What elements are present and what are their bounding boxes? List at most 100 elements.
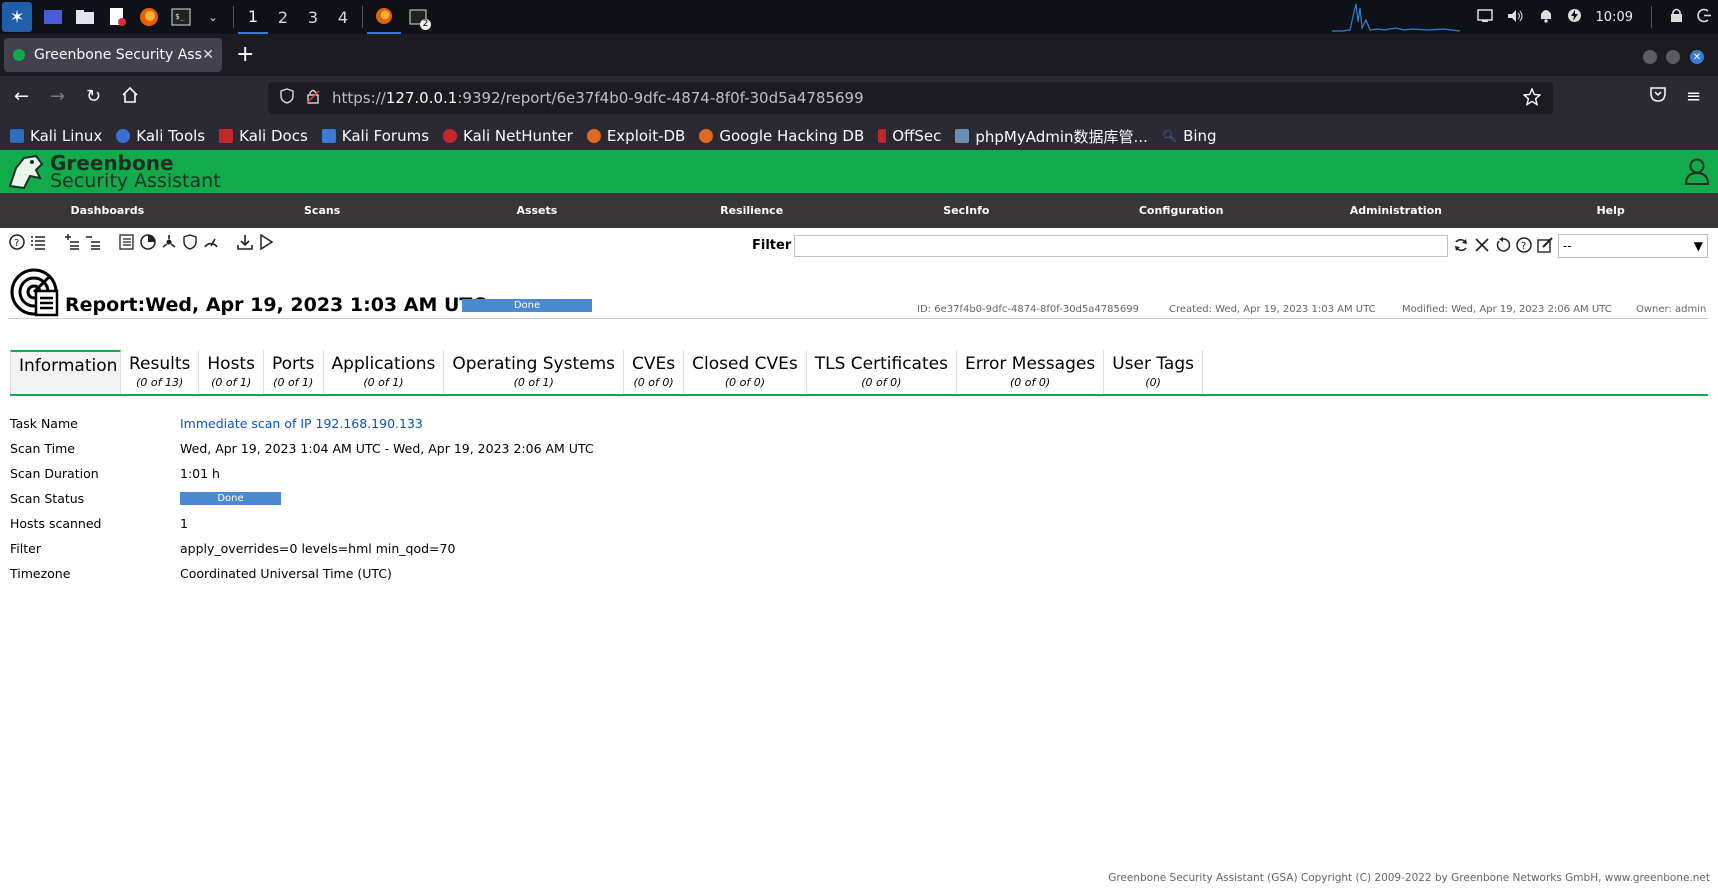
vulnerabilities-icon[interactable] — [160, 232, 178, 252]
power-manager-icon[interactable] — [1567, 8, 1582, 27]
offsec-icon — [878, 129, 887, 143]
menu-dashboards[interactable]: Dashboards — [0, 204, 215, 217]
clock[interactable]: 10:09 — [1596, 10, 1633, 25]
workspace-2[interactable]: 2 — [268, 0, 298, 34]
logout-icon[interactable] — [1697, 8, 1712, 27]
update-filter-icon[interactable] — [1452, 235, 1470, 255]
greenbone-logo-icon[interactable] — [6, 152, 46, 192]
url-host: 127.0.0.1 — [385, 89, 458, 107]
terminal-icon[interactable]: $_ — [170, 6, 192, 28]
edit-filter-icon[interactable] — [1536, 235, 1554, 255]
filter-input[interactable] — [794, 235, 1448, 257]
bookmark-phpmyadmin[interactable]: phpMyAdmin数据库管... — [955, 126, 1148, 147]
new-tab-button[interactable]: + — [236, 42, 254, 67]
minimize-window-button[interactable] — [1643, 50, 1657, 64]
report-owner: Owner: admin — [1636, 304, 1707, 315]
tab-operating-systems[interactable]: Operating Systems (0 of 1) — [444, 350, 625, 394]
forward-button[interactable]: → — [50, 86, 65, 107]
shield-icon[interactable] — [280, 88, 294, 108]
tab-tls-certificates[interactable]: TLS Certificates (0 of 0) — [807, 350, 957, 394]
tab-ports[interactable]: Ports (0 of 1) — [264, 350, 324, 394]
tab-count: (0 of 1) — [363, 376, 404, 389]
close-window-button[interactable]: ✕ — [1690, 50, 1704, 64]
firefox-icon[interactable] — [138, 6, 160, 28]
workspace-3[interactable]: 3 — [298, 0, 328, 34]
tab-cves[interactable]: CVEs (0 of 0) — [624, 350, 685, 394]
help-icon[interactable]: ? — [8, 232, 26, 252]
bookmark-star-icon[interactable] — [1522, 87, 1542, 110]
report-list-icon[interactable] — [29, 232, 47, 252]
separator — [1651, 6, 1652, 28]
file-manager-icon[interactable] — [74, 6, 96, 28]
tab-label: Ports — [271, 354, 315, 374]
display-icon[interactable] — [1476, 8, 1493, 27]
reset-filter-icon[interactable] — [1494, 235, 1512, 255]
download-icon[interactable] — [236, 232, 254, 252]
tls-certificates-icon[interactable] — [181, 232, 199, 252]
menu-resilience[interactable]: Resilience — [644, 204, 859, 217]
tab-applications[interactable]: Applications (0 of 1) — [324, 350, 445, 394]
lock-icon[interactable] — [1670, 8, 1683, 27]
tab-information[interactable]: Information — [10, 350, 121, 394]
add-to-assets-icon[interactable] — [63, 232, 81, 252]
home-button[interactable] — [121, 86, 139, 109]
menu-help[interactable]: Help — [1503, 204, 1718, 217]
bookmark-kali-docs[interactable]: Kali Docs — [219, 127, 308, 145]
menu-secinfo[interactable]: SecInfo — [859, 204, 1074, 217]
pocket-icon[interactable] — [1650, 86, 1666, 107]
back-button[interactable]: ← — [14, 86, 29, 107]
bookmark-bing[interactable]: 🔍︎ Bing — [1162, 127, 1217, 145]
tab-label: Results — [129, 354, 191, 374]
task-icon[interactable] — [118, 232, 136, 252]
app-menu-icon[interactable]: ≡ — [1686, 86, 1701, 107]
remove-from-assets-icon[interactable] — [84, 232, 102, 252]
workspace-1[interactable]: 1 — [238, 0, 268, 34]
tab-results[interactable]: Results (0 of 13) — [121, 350, 200, 394]
performance-icon[interactable] — [202, 232, 220, 252]
tab-closed-cves[interactable]: Closed CVEs (0 of 0) — [684, 350, 807, 394]
trigger-alert-icon[interactable] — [257, 232, 275, 252]
maximize-window-button[interactable] — [1666, 50, 1680, 64]
tab-count: (0 of 13) — [136, 376, 184, 389]
tab-user-tags[interactable]: User Tags (0) — [1104, 350, 1203, 394]
tab-hosts[interactable]: Hosts (0 of 1) — [199, 350, 264, 394]
bookmark-exploit-db[interactable]: Exploit-DB — [586, 127, 685, 145]
volume-icon[interactable] — [1507, 8, 1525, 27]
results-icon[interactable] — [139, 232, 157, 252]
insecure-lock-icon[interactable] — [306, 88, 320, 108]
menu-scans[interactable]: Scans — [215, 204, 430, 217]
tab-count: (0 of 0) — [1009, 376, 1051, 389]
user-menu-icon[interactable] — [1684, 157, 1710, 189]
terminal-count-badge: 2 — [420, 19, 431, 30]
info-row-filter: Filter apply_overrides=0 levels=hml min_… — [10, 536, 594, 561]
url-bar[interactable]: https://127.0.0.1:9392/report/6e37f4b0-9… — [268, 82, 1553, 114]
desktop-icon[interactable] — [42, 6, 64, 28]
tab-error-messages[interactable]: Error Messages (0 of 0) — [957, 350, 1105, 394]
terminal-task[interactable]: 2 — [401, 0, 435, 34]
reload-button[interactable]: ↻ — [86, 86, 101, 107]
remove-filter-icon[interactable] — [1473, 235, 1491, 255]
menu-configuration[interactable]: Configuration — [1074, 204, 1289, 217]
firefox-task[interactable] — [367, 0, 401, 34]
bookmark-kali-nethunter[interactable]: Kali NetHunter — [443, 127, 573, 145]
bookmark-kali-tools[interactable]: Kali Tools — [116, 127, 205, 145]
browser-tab[interactable]: Greenbone Security Assistant ✕ — [4, 38, 222, 72]
report-toolbar: ? — [8, 232, 275, 252]
kali-menu-icon[interactable]: ✶ — [2, 2, 32, 32]
bookmark-kali-forums[interactable]: Kali Forums — [321, 127, 429, 145]
bookmark-offsec[interactable]: OffSec — [878, 127, 941, 145]
saved-filter-select[interactable]: -- ▼ — [1558, 234, 1708, 258]
bookmark-google-hacking-db[interactable]: Google Hacking DB — [699, 127, 864, 145]
task-name-link[interactable]: Immediate scan of IP 192.168.190.133 — [180, 416, 423, 431]
notification-bell-icon[interactable] — [1539, 8, 1553, 27]
workspace-4[interactable]: 4 — [328, 0, 358, 34]
close-tab-icon[interactable]: ✕ — [202, 47, 214, 63]
tab-count: (0 of 1) — [211, 376, 252, 389]
text-editor-icon[interactable] — [106, 6, 128, 28]
filter-help-icon[interactable]: ? — [1515, 235, 1533, 255]
url-text[interactable]: https://127.0.0.1:9392/report/6e37f4b0-9… — [332, 89, 864, 107]
chevron-down-icon[interactable]: ⌄ — [202, 6, 224, 28]
menu-administration[interactable]: Administration — [1289, 204, 1504, 217]
bookmark-kali-linux[interactable]: Kali Linux — [10, 127, 102, 145]
menu-assets[interactable]: Assets — [430, 204, 645, 217]
